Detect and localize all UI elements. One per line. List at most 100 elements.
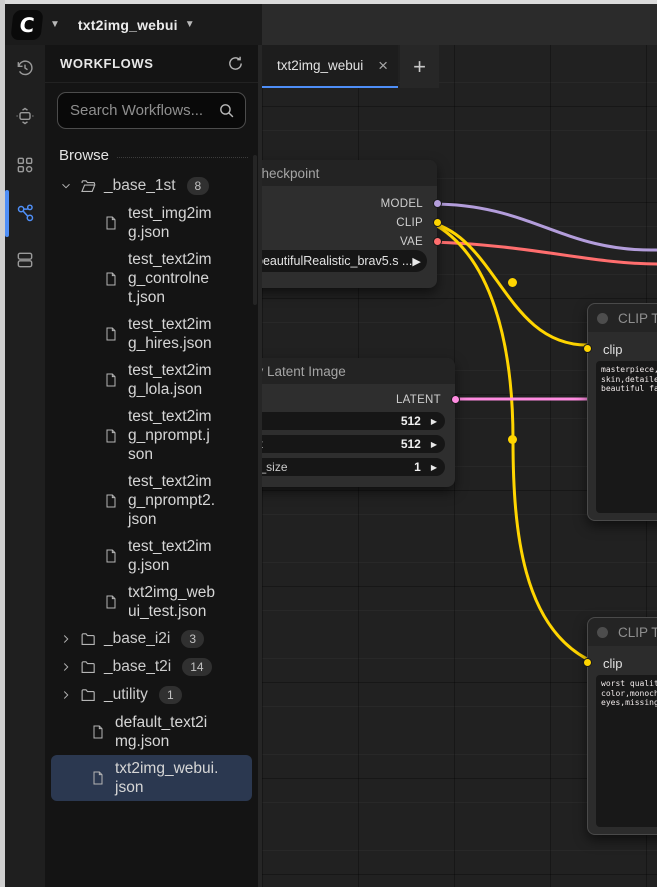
batch-size-widget[interactable]: ◀ batch_size 1 ▶ (262, 458, 445, 476)
file-item-test_text2img_controlnet.json[interactable]: test_text2img_controlnet.json (51, 246, 252, 311)
clip-input-port[interactable] (583, 344, 592, 353)
file-icon (103, 493, 119, 509)
stepper-right-icon[interactable]: ▶ (431, 440, 437, 449)
file-name: default_text2img.json (115, 713, 219, 751)
workflows-panel: WORKFLOWS Browse _base_1st8 test_img2img.… (45, 45, 262, 887)
link-midpoint-dot (508, 278, 517, 287)
collapse-toggle[interactable] (597, 627, 608, 638)
file-item-test_text2img_nprompt.json[interactable]: test_text2img_nprompt.json (51, 403, 252, 468)
node-empty-latent-image[interactable]: Empty Latent Image LATENT ◀ width 512 ▶ … (262, 358, 455, 487)
file-icon (103, 594, 119, 610)
sidebar-scrollbar[interactable] (253, 155, 257, 305)
model-library-icon (15, 155, 35, 175)
file-icon (103, 428, 119, 444)
file-item-txt2img_webui.json[interactable]: txt2img_webui.json (51, 755, 252, 801)
file-item-test_img2img.json[interactable]: test_img2img.json (51, 200, 252, 246)
input-clip-label: clip (603, 342, 623, 357)
prompt-text-widget[interactable]: masterpiece,b skin,detailed beautiful fa… (596, 361, 657, 513)
folder-count-badge: 14 (182, 658, 211, 676)
node-clip-text-encode-negative[interactable]: CLIP Text Encode clip worst quality colo… (587, 617, 657, 835)
file-item-test_text2img_lola.json[interactable]: test_text2img_lola.json (51, 357, 252, 403)
widget-label: batch_size (262, 460, 288, 474)
chevron-right-icon (59, 688, 73, 702)
widget-label: height (262, 437, 263, 451)
latent-port[interactable] (451, 395, 460, 404)
link-midpoint-dot (508, 435, 517, 444)
input-clip-label: clip (603, 656, 623, 671)
file-item-txt2img_webui_test.json[interactable]: txt2img_webui_test.json (51, 579, 252, 625)
top-menu-bar: C ▼ txt2img_webui ▼ (5, 4, 657, 45)
model-port[interactable] (433, 199, 442, 208)
stepper-right-icon[interactable]: ▶ (431, 463, 437, 472)
chevron-right-icon (59, 632, 73, 646)
sidebar-item-workflows[interactable] (5, 193, 45, 233)
height-widget[interactable]: ◀ height 512 ▶ (262, 435, 445, 453)
folder-open-icon (80, 178, 97, 195)
tab-close-icon[interactable]: × (378, 57, 388, 74)
file-item-test_text2img_nprompt2.json[interactable]: test_text2img_nprompt2.json (51, 468, 252, 533)
chevron-right-icon (59, 660, 73, 674)
collapse-toggle[interactable] (597, 313, 608, 324)
file-name: txt2img_webui.json (115, 759, 219, 797)
workflows-panel-header: WORKFLOWS (45, 45, 258, 83)
prompt-text-widget[interactable]: worst quality color,monochr eyes,missing (596, 675, 657, 827)
sidebar-item-queue[interactable] (5, 240, 45, 280)
tab-txt2img-webui[interactable]: txt2img_webui × (262, 45, 398, 88)
sidebar-item-node-library[interactable] (5, 96, 45, 136)
width-widget[interactable]: ◀ width 512 ▶ (262, 412, 445, 430)
folder-item-_base_1st[interactable]: _base_1st8 (51, 172, 252, 200)
file-icon (103, 215, 119, 231)
output-model-label: MODEL (381, 198, 423, 210)
clip-port[interactable] (433, 218, 442, 227)
top-menu-left: C ▼ txt2img_webui ▼ (5, 4, 262, 45)
new-tab-button[interactable]: + (400, 45, 439, 88)
folder-item-_base_t2i[interactable]: _base_t2i14 (51, 653, 252, 681)
widget-value: 512 (401, 414, 421, 428)
sidebar-item-history[interactable] (5, 48, 45, 88)
node-load-checkpoint[interactable]: Load Checkpoint MODEL CLIP VAE beautiful… (262, 160, 437, 288)
ckpt-name-value: beautifulRealistic_brav5.s ... (262, 254, 412, 268)
workflow-tabs: txt2img_webui × + (262, 45, 439, 88)
file-icon (103, 372, 119, 388)
graph-canvas[interactable]: Load Checkpoint MODEL CLIP VAE beautiful… (262, 45, 657, 887)
folder-item-_base_i2i[interactable]: _base_i2i3 (51, 625, 252, 653)
node-clip-text-encode-positive[interactable]: CLIP Text Encode clip masterpiece,b skin… (587, 303, 657, 521)
refresh-icon[interactable] (227, 55, 244, 72)
file-name: test_img2img.json (128, 204, 216, 242)
file-icon (90, 770, 106, 786)
folder-icon (80, 659, 97, 676)
folder-item-_utility[interactable]: _utility1 (51, 681, 252, 709)
combo-arrow-right-icon[interactable]: ▶ (412, 255, 420, 268)
comfyui-logo[interactable]: C (10, 10, 43, 40)
browse-divider (117, 157, 248, 158)
browse-label: Browse (59, 147, 109, 164)
file-item-test_text2img_hires.json[interactable]: test_text2img_hires.json (51, 311, 252, 357)
file-name: test_text2img_hires.json (128, 315, 216, 353)
queue-icon (15, 250, 35, 270)
stepper-right-icon[interactable]: ▶ (431, 417, 437, 426)
workflow-name-dropdown[interactable]: txt2img_webui ▼ (78, 17, 195, 33)
search-workflows-box[interactable] (57, 92, 246, 129)
output-clip-label: CLIP (396, 217, 423, 229)
file-item-default_text2img.json[interactable]: default_text2img.json (51, 709, 252, 755)
output-model: MODEL (262, 194, 437, 213)
search-icon (218, 102, 235, 119)
file-name: test_text2img_nprompt.json (128, 407, 216, 464)
sidebar-item-model-library[interactable] (5, 145, 45, 185)
tab-label: txt2img_webui (277, 58, 370, 73)
file-item-test_text2img.json[interactable]: test_text2img.json (51, 533, 252, 579)
output-vae-label: VAE (400, 236, 423, 248)
workflow-tree: _base_1st8 test_img2img.json test_text2img… (45, 170, 258, 801)
vae-port[interactable] (433, 237, 442, 246)
clip-input-port[interactable] (583, 658, 592, 667)
search-input[interactable] (70, 102, 218, 119)
logo-menu-chevron-down-icon[interactable]: ▼ (50, 19, 60, 30)
node-title: Empty Latent Image (262, 358, 455, 384)
folder-label: _utility (104, 686, 148, 704)
workflow-name-chevron-down-icon: ▼ (185, 19, 195, 30)
ckpt-name-widget[interactable]: beautifulRealistic_brav5.s ... ▶ (262, 250, 427, 272)
history-icon (15, 58, 35, 78)
workflow-name-label: txt2img_webui (78, 17, 178, 33)
browse-section-header: Browse (45, 135, 258, 170)
folder-icon (80, 631, 97, 648)
